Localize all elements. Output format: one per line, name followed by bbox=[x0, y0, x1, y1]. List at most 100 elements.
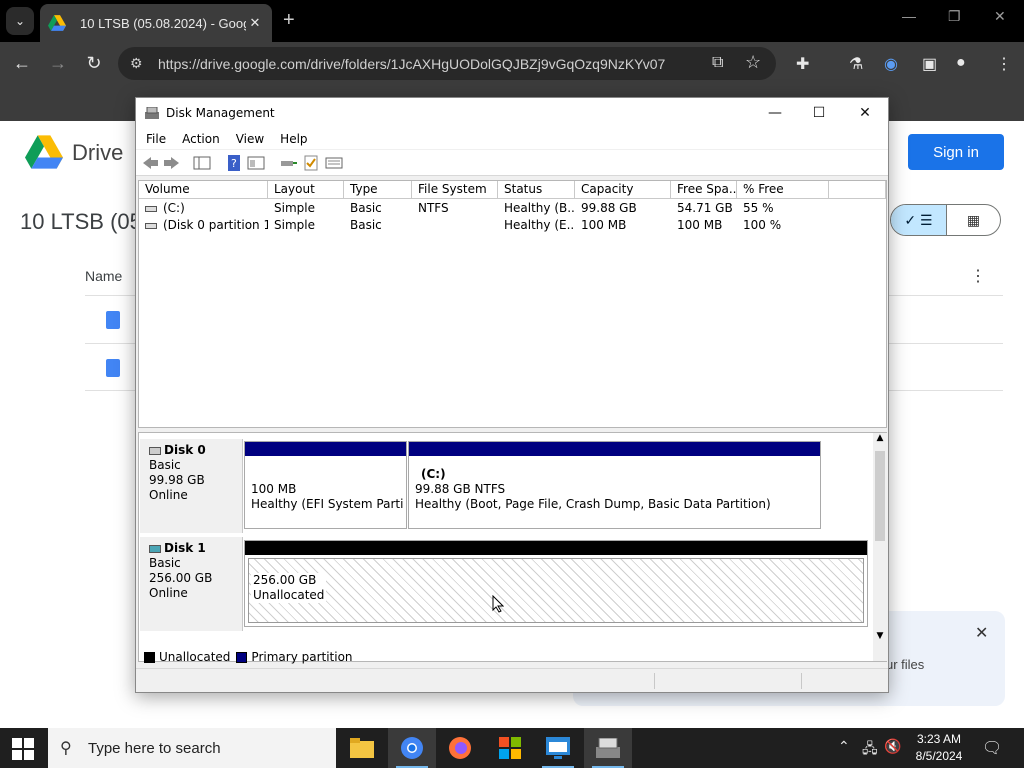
profile-sync-icon[interactable]: ◉ bbox=[884, 54, 898, 74]
drive-logo-icon bbox=[25, 135, 63, 169]
back-icon[interactable] bbox=[141, 155, 159, 171]
partition-size: 99.88 GB NTFS bbox=[415, 482, 506, 496]
browser-tab[interactable]: 10 LTSB (05.08.2024) - Google ✕ bbox=[40, 4, 272, 42]
graph-scrollbar[interactable]: ▲ ▼ bbox=[873, 433, 887, 661]
disk-management-taskbar-button[interactable] bbox=[584, 728, 632, 768]
browser-restore-button[interactable]: ❐ bbox=[948, 8, 961, 25]
console-tree-icon[interactable] bbox=[193, 155, 211, 171]
column-header-volume[interactable]: Volume bbox=[139, 181, 268, 199]
more-options-icon[interactable]: ⋮ bbox=[970, 266, 986, 286]
network-icon[interactable]: 🖧 bbox=[862, 738, 878, 762]
layout-cell: Simple bbox=[274, 201, 315, 215]
volume-drive-icon bbox=[145, 222, 157, 229]
dm-minimize-button[interactable]: — bbox=[755, 102, 795, 124]
disk-management-app-icon bbox=[145, 107, 159, 119]
check-disk-icon[interactable] bbox=[302, 155, 320, 171]
disk-name: Disk 1 bbox=[164, 541, 206, 555]
column-header-free-space[interactable]: Free Spa... bbox=[671, 181, 737, 199]
forward-icon[interactable] bbox=[163, 155, 181, 171]
side-panel-icon[interactable]: ▣ bbox=[922, 54, 937, 74]
menu-help[interactable]: Help bbox=[280, 132, 307, 146]
column-header-type[interactable]: Type bbox=[344, 181, 412, 199]
scroll-down-icon[interactable]: ▼ bbox=[873, 631, 887, 641]
profile-avatar-icon[interactable]: ● bbox=[956, 54, 966, 72]
disk-1-label[interactable]: Disk 1 Basic 256.00 GB Online bbox=[140, 537, 243, 631]
column-header-percent-free[interactable]: % Free bbox=[737, 181, 829, 199]
new-tab-button[interactable]: + bbox=[283, 8, 295, 32]
tab-search-button[interactable]: ⌄ bbox=[6, 7, 34, 35]
menu-view[interactable]: View bbox=[236, 132, 264, 146]
file-explorer-taskbar-button[interactable] bbox=[338, 728, 386, 768]
partition-color-bar bbox=[409, 442, 820, 456]
firefox-taskbar-button[interactable] bbox=[436, 728, 484, 768]
menu-action[interactable]: Action bbox=[182, 132, 220, 146]
browser-minimize-button[interactable]: — bbox=[902, 8, 916, 24]
disk-management-icon bbox=[596, 738, 620, 758]
windows-start-icon[interactable] bbox=[12, 738, 34, 760]
grid-view-button[interactable]: ▦ bbox=[947, 205, 1000, 235]
notification-center-icon[interactable]: 🗨 bbox=[982, 738, 1002, 758]
store-taskbar-button[interactable] bbox=[486, 728, 534, 768]
percent-free-cell: 55 % bbox=[743, 201, 774, 215]
reload-icon[interactable]: ↻ bbox=[82, 51, 106, 75]
partition-status: Unallocated bbox=[253, 588, 325, 602]
file-doc-icon[interactable] bbox=[106, 359, 120, 377]
sign-in-button[interactable]: Sign in bbox=[908, 134, 1004, 170]
firefox-icon bbox=[449, 737, 471, 759]
drive-favicon-icon bbox=[48, 15, 66, 31]
file-system-cell bbox=[412, 217, 498, 234]
menu-file[interactable]: File bbox=[146, 132, 166, 146]
search-icon: ⚲ bbox=[60, 740, 72, 757]
browser-toolbar: ← → ↻ ⚙ https://drive.google.com/drive/f… bbox=[0, 42, 1024, 84]
name-column-header[interactable]: Name bbox=[85, 268, 122, 284]
dm-maximize-button[interactable]: ☐ bbox=[799, 102, 839, 124]
extensions-icon[interactable]: ✚ bbox=[796, 54, 809, 74]
c-partition[interactable]: (C:) 99.88 GB NTFS Healthy (Boot, Page F… bbox=[408, 441, 821, 529]
column-header-status[interactable]: Status bbox=[498, 181, 575, 199]
column-header-layout[interactable]: Layout bbox=[268, 181, 344, 199]
list-view-button[interactable]: ✓ ☰ bbox=[891, 205, 947, 235]
toast-close-icon[interactable]: ✕ bbox=[975, 623, 988, 643]
browser-menu-icon[interactable]: ⋮ bbox=[996, 54, 1012, 74]
column-header-filler bbox=[829, 181, 886, 199]
show-hidden-icons-chevron-icon[interactable]: ⌃ bbox=[838, 738, 850, 755]
remote-desktop-taskbar-button[interactable] bbox=[534, 728, 582, 768]
help-icon[interactable]: ? bbox=[225, 155, 243, 171]
efi-partition[interactable]: 100 MB Healthy (EFI System Partition) bbox=[244, 441, 407, 529]
site-info-icon[interactable]: ⚙ bbox=[130, 55, 152, 72]
connect-disk-icon[interactable] bbox=[279, 155, 297, 171]
file-doc-icon[interactable] bbox=[106, 311, 120, 329]
properties-icon[interactable] bbox=[247, 155, 265, 171]
dm-title-bar: Disk Management — ☐ ✕ bbox=[136, 98, 888, 128]
clock-time: 3:23 AM bbox=[916, 732, 962, 746]
dm-close-button[interactable]: ✕ bbox=[845, 102, 885, 124]
disk-type: Basic bbox=[149, 556, 181, 570]
scroll-up-icon[interactable]: ▲ bbox=[873, 433, 887, 443]
file-explorer-icon bbox=[350, 738, 374, 758]
labs-flask-icon[interactable]: ⚗ bbox=[849, 54, 863, 74]
volume-list: Volume Layout Type File System Status Ca… bbox=[138, 180, 887, 428]
partition-size: 256.00 GB bbox=[253, 573, 317, 587]
taskbar-search-box[interactable]: ⚲ Type here to search bbox=[48, 728, 336, 768]
scroll-thumb[interactable] bbox=[875, 451, 885, 541]
legend-primary-partition: Primary partition bbox=[251, 650, 353, 664]
status-divider bbox=[654, 673, 655, 689]
column-header-file-system[interactable]: File System bbox=[412, 181, 498, 199]
address-bar[interactable]: ⚙ https://drive.google.com/drive/folders… bbox=[118, 47, 776, 80]
volume-muted-icon[interactable]: 🔇 bbox=[884, 738, 901, 755]
system-clock[interactable]: 3:23 AM 8/5/2024 bbox=[906, 731, 972, 765]
bookmark-star-icon[interactable]: ☆ bbox=[745, 52, 761, 73]
free-space-cell: 100 MB bbox=[677, 218, 723, 232]
details-view-icon[interactable] bbox=[325, 155, 343, 171]
free-space-cell: 54.71 GB bbox=[677, 201, 733, 215]
browser-close-button[interactable]: ✕ bbox=[994, 8, 1006, 25]
back-arrow-icon[interactable]: ← bbox=[10, 51, 34, 75]
chrome-taskbar-button[interactable] bbox=[388, 728, 436, 768]
forward-arrow-icon[interactable]: → bbox=[46, 51, 70, 75]
tab-close-icon[interactable]: ✕ bbox=[246, 15, 264, 31]
dm-legend: Unallocated Primary partition bbox=[138, 648, 887, 666]
disk-0-label[interactable]: Disk 0 Basic 99.98 GB Online bbox=[140, 439, 243, 533]
unallocated-space[interactable]: 256.00 GB Unallocated bbox=[244, 540, 868, 627]
column-header-capacity[interactable]: Capacity bbox=[575, 181, 671, 199]
install-app-icon[interactable]: ⧉ bbox=[712, 54, 723, 72]
